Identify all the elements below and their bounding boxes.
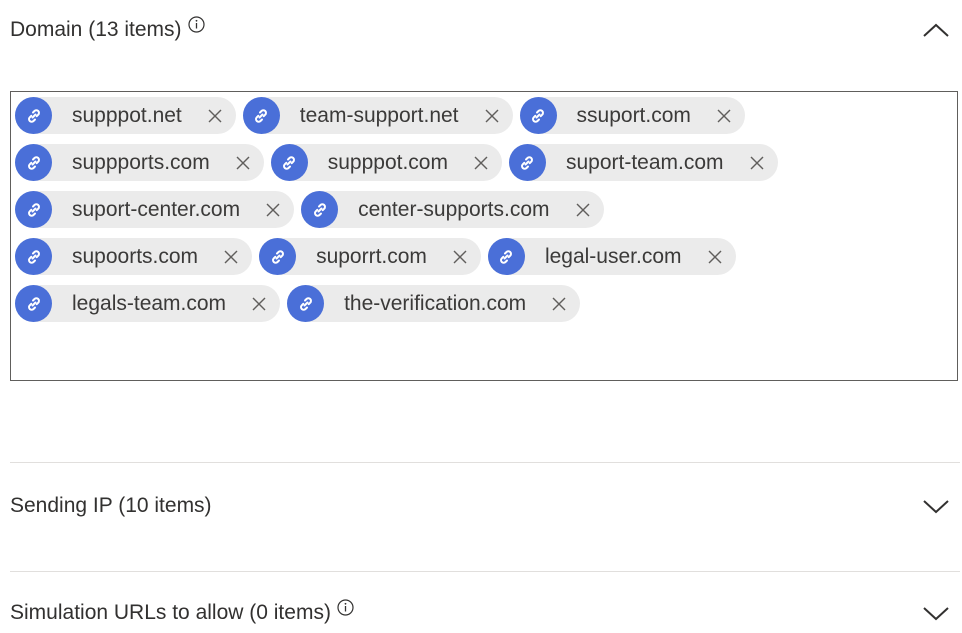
domain-chip-label: suport-center.com bbox=[72, 197, 241, 221]
domain-chip[interactable]: suporrt.com bbox=[259, 238, 481, 275]
link-icon bbox=[15, 191, 52, 228]
link-icon bbox=[487, 238, 525, 275]
sending-ip-title-group: Sending IP (10 items) bbox=[10, 494, 212, 518]
domain-chip-label: legal-user.com bbox=[544, 244, 682, 268]
domain-chip[interactable]: legal-user.com bbox=[487, 238, 736, 275]
domain-chip[interactable]: suport-center.com bbox=[15, 191, 295, 228]
link-icon bbox=[15, 97, 52, 134]
close-icon[interactable] bbox=[206, 107, 224, 125]
chevron-down-icon[interactable] bbox=[920, 601, 952, 625]
chip-row: suport-center.com center-supports.com bbox=[15, 191, 611, 228]
link-icon bbox=[519, 97, 557, 134]
section-divider bbox=[10, 571, 960, 572]
link-icon bbox=[508, 144, 546, 181]
domain-chip[interactable]: center-supports.com bbox=[301, 191, 604, 228]
simulation-urls-section-title: Simulation URLs to allow (0 items) bbox=[10, 601, 331, 624]
domain-picker[interactable]: supppot.net team-support.net ssuport.com su… bbox=[10, 91, 958, 381]
close-icon[interactable] bbox=[574, 201, 592, 219]
chevron-down-icon[interactable] bbox=[920, 494, 952, 518]
domain-chip-label: supppot.net bbox=[72, 103, 182, 127]
sending-ip-section-header[interactable]: Sending IP (10 items) bbox=[10, 486, 952, 526]
domain-chip-label: team-support.net bbox=[299, 103, 459, 127]
chip-row: legals-team.com the-verification.com bbox=[15, 285, 587, 322]
chip-row: suppports.com supppot.com suport-team.com bbox=[15, 144, 785, 181]
chip-row: supppot.net team-support.net ssuport.com bbox=[15, 97, 752, 134]
close-icon[interactable] bbox=[483, 107, 501, 125]
close-icon[interactable] bbox=[264, 201, 282, 219]
link-icon bbox=[259, 238, 297, 275]
close-icon[interactable] bbox=[250, 295, 268, 313]
domain-chip-label: suppports.com bbox=[72, 150, 210, 174]
domain-chip-label: legals-team.com bbox=[72, 291, 227, 315]
close-icon[interactable] bbox=[715, 107, 733, 125]
domain-chip-label: center-supports.com bbox=[358, 197, 550, 221]
domain-section-header[interactable]: Domain (13 items) bbox=[10, 10, 952, 50]
chevron-up-icon[interactable] bbox=[920, 18, 952, 42]
close-icon[interactable] bbox=[472, 154, 490, 172]
domain-chip-label: suporrt.com bbox=[316, 244, 427, 268]
close-icon[interactable] bbox=[451, 248, 469, 266]
link-icon bbox=[301, 191, 339, 228]
domain-chip[interactable]: supppot.com bbox=[270, 144, 502, 181]
close-icon[interactable] bbox=[222, 248, 240, 266]
link-icon bbox=[287, 285, 325, 322]
domain-chip-label: supoorts.com bbox=[72, 244, 199, 268]
domain-chip-label: ssuport.com bbox=[576, 103, 691, 127]
simulation-urls-title-group: Simulation URLs to allow (0 items) bbox=[10, 598, 354, 625]
domain-chip-label: the-verification.com bbox=[344, 291, 527, 315]
simulation-urls-section-header[interactable]: Simulation URLs to allow (0 items) bbox=[10, 593, 952, 633]
domain-chip-label: supppot.com bbox=[327, 150, 448, 174]
link-icon bbox=[242, 97, 280, 134]
domain-chip[interactable]: supppot.net bbox=[15, 97, 236, 134]
link-icon bbox=[15, 144, 52, 181]
close-icon[interactable] bbox=[550, 295, 568, 313]
domain-chip[interactable]: team-support.net bbox=[242, 97, 513, 134]
domain-chip[interactable]: supoorts.com bbox=[15, 238, 253, 275]
link-icon bbox=[15, 238, 52, 275]
domain-section-title-group: Domain (13 items) bbox=[10, 15, 205, 42]
close-icon[interactable] bbox=[706, 248, 724, 266]
chip-row: supoorts.com suporrt.com legal-user.com bbox=[15, 238, 743, 275]
domain-chip[interactable]: suppports.com bbox=[15, 144, 264, 181]
domain-chip-label: suport-team.com bbox=[565, 150, 724, 174]
domain-chip[interactable]: suport-team.com bbox=[508, 144, 778, 181]
link-icon bbox=[15, 285, 52, 322]
domain-chip[interactable]: legals-team.com bbox=[15, 285, 281, 322]
sending-ip-section-title: Sending IP (10 items) bbox=[10, 494, 212, 517]
domain-chip[interactable]: ssuport.com bbox=[519, 97, 745, 134]
info-icon[interactable] bbox=[337, 598, 354, 616]
domain-section-title: Domain (13 items) bbox=[10, 18, 182, 41]
link-icon bbox=[270, 144, 308, 181]
close-icon[interactable] bbox=[234, 154, 252, 172]
section-divider bbox=[10, 462, 960, 463]
domain-chip[interactable]: the-verification.com bbox=[287, 285, 581, 322]
info-icon[interactable] bbox=[187, 15, 205, 33]
close-icon[interactable] bbox=[748, 154, 766, 172]
